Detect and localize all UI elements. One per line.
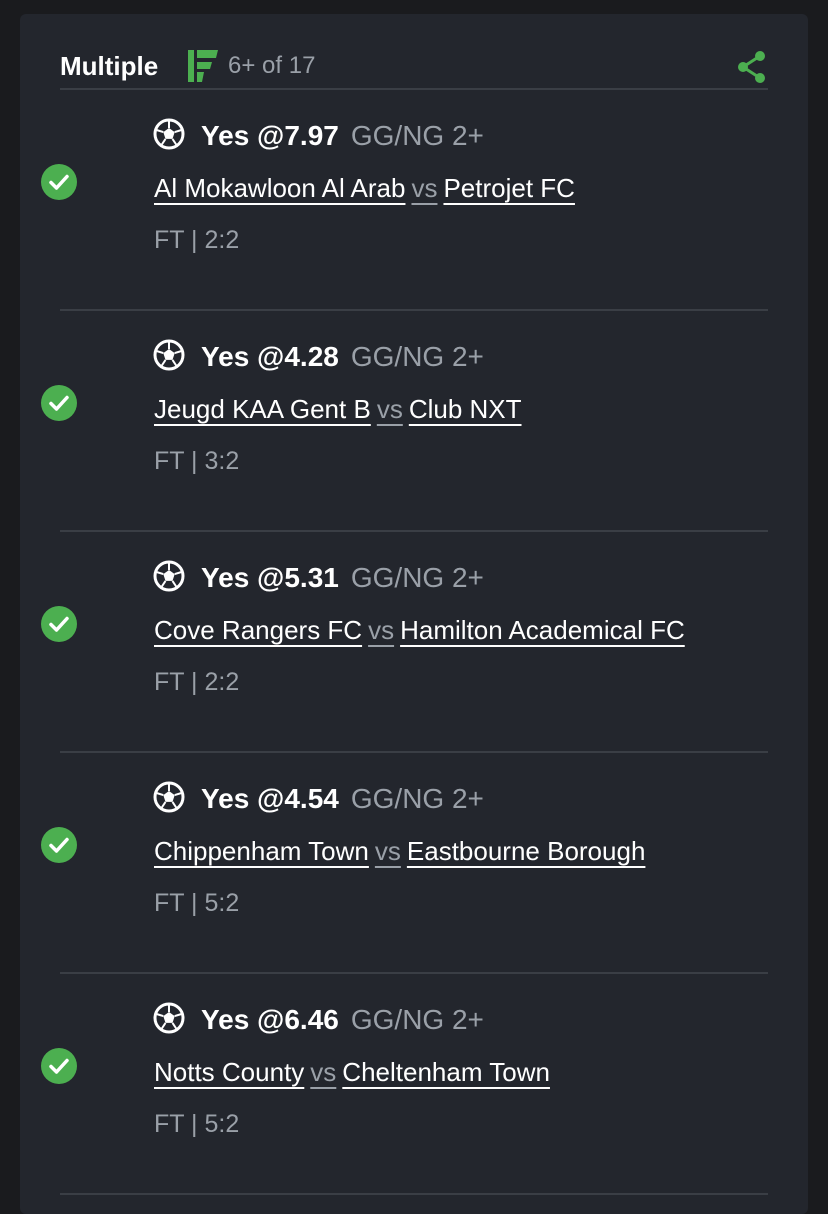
soccer-ball-icon [153,1002,185,1034]
match-result: FT | 5:2 [154,1110,240,1138]
match-name[interactable]: Jeugd KAA Gent Bvs Club NXT [154,393,522,425]
bet-pick: Yes @4.28 GG/NG 2+ [201,341,484,373]
vs-label: vs [368,615,395,645]
market-name: GG/NG 2+ [350,562,484,593]
match-name[interactable]: Notts County vs Cheltenham Town [154,1056,550,1088]
market-name: GG/NG 2+ [350,341,484,372]
pick-odds: Yes @7.97 [201,120,339,151]
away-team[interactable]: Club NXT [409,394,522,424]
check-icon [41,827,77,863]
bet-row[interactable]: Yes @7.97 GG/NG 2+ Al Mokawloon Al Arab vs… [20,90,808,311]
away-team[interactable]: Cheltenham Town [342,1057,550,1087]
market-name: GG/NG 2+ [350,120,484,151]
soccer-ball-icon [153,560,185,592]
market-name: GG/NG 2+ [350,1004,484,1035]
pick-odds: Yes @4.28 [201,341,339,372]
match-result: FT | 2:2 [154,668,240,696]
match-result: FT | 2:2 [154,226,240,254]
match-result: FT | 3:2 [154,447,240,475]
bet-pick: Yes @5.31 GG/NG 2+ [201,562,484,594]
check-icon [41,1048,77,1084]
match-name[interactable]: Cove Rangers FC vs Hamilton Academical FC [154,614,685,646]
share-icon[interactable] [736,50,768,84]
vs-label: vs [376,394,403,424]
vs-label: vs [310,1057,337,1087]
match-name[interactable]: Chippenham Town vs Eastbourne Borough [154,835,645,867]
soccer-ball-icon [153,118,185,150]
bet-pick: Yes @4.54 GG/NG 2+ [201,783,484,815]
check-icon [41,606,77,642]
away-team[interactable]: Petrojet FC [443,173,575,203]
bet-pick: Yes @6.46 GG/NG 2+ [201,1004,484,1036]
pick-odds: Yes @5.31 [201,562,339,593]
bookmaker-logo-icon [188,50,218,82]
away-team[interactable]: Eastbourne Borough [407,836,646,866]
match-result: FT | 5:2 [154,889,240,917]
pick-odds: Yes @4.54 [201,783,339,814]
bet-row[interactable]: Yes @6.46 GG/NG 2+ Notts County vs Cheltenh… [20,974,808,1195]
bet-slip-header: Multiple 6+ of 17 [60,34,768,90]
soccer-ball-icon [153,339,185,371]
bet-row[interactable]: Yes @4.28 GG/NG 2+ Jeugd KAA Gent Bvs Club… [20,311,808,532]
match-name[interactable]: Al Mokawloon Al Arab vs Petrojet FC [154,172,575,204]
away-team[interactable]: Hamilton Academical FC [400,615,685,645]
bet-row[interactable]: Yes @5.31 GG/NG 2+ Cove Rangers FC vs Hamil… [20,532,808,753]
vs-label: vs [374,836,401,866]
bet-slip-card: Multiple 6+ of 17 Yes @7.97 GG/NG 2+ Al … [20,14,808,1214]
check-icon [41,385,77,421]
bet-pick: Yes @7.97 GG/NG 2+ [201,120,484,152]
home-team[interactable]: Chippenham Town [154,836,369,866]
divider [60,1193,768,1195]
pick-odds: Yes @6.46 [201,1004,339,1035]
vs-label: vs [411,173,438,203]
soccer-ball-icon [153,781,185,813]
market-name: GG/NG 2+ [350,783,484,814]
home-team[interactable]: Al Mokawloon Al Arab [154,173,405,203]
selection-count: 6+ of 17 [228,52,316,79]
home-team[interactable]: Cove Rangers FC [154,615,362,645]
bet-row[interactable]: Yes @4.54 GG/NG 2+ Chippenham Town vs Eastb… [20,753,808,974]
home-team[interactable]: Notts County [154,1057,304,1087]
home-team[interactable]: Jeugd KAA Gent B [154,394,371,424]
bet-type-title: Multiple [60,51,159,81]
check-icon [41,164,77,200]
